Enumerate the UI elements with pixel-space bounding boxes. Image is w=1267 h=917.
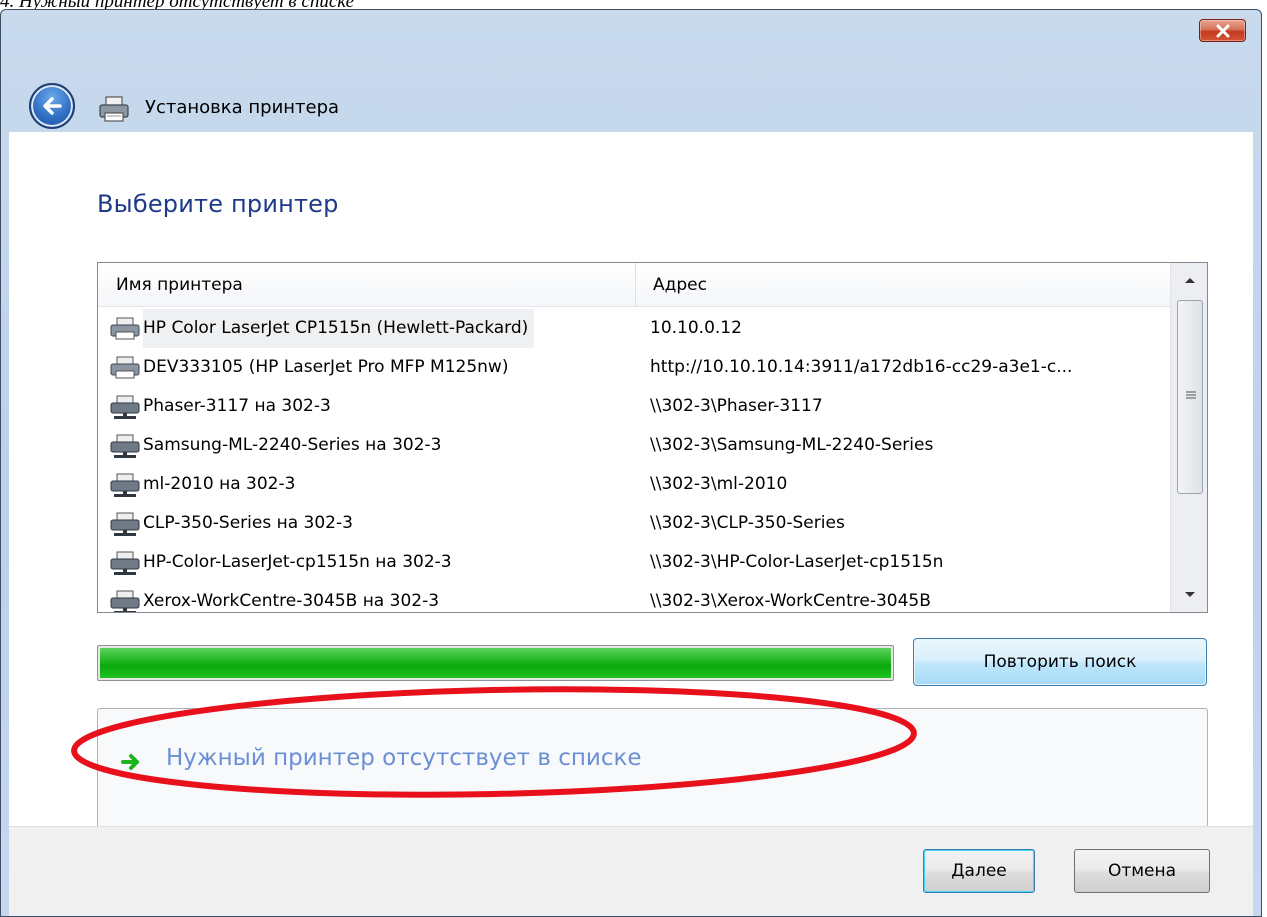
printer-icon (99, 96, 129, 122)
table-row[interactable]: Xerox-WorkCentre-3045B на 302-3 \\302-3\… (98, 582, 1170, 612)
shared-printer-icon (110, 434, 140, 458)
printer-list[interactable]: Имя принтера Адрес HP Color LaserJet CP1… (97, 262, 1208, 613)
printer-name: Phaser-3117 на 302-3 (143, 396, 331, 416)
network-printer-icon (110, 356, 140, 379)
printer-address: 10.10.0.12 (650, 318, 742, 338)
shared-printer-icon (110, 473, 140, 497)
printer-address: \\302-3\CLP-350-Series (650, 513, 845, 533)
printer-name: HP Color LaserJet CP1515n (Hewlett-Packa… (143, 309, 535, 348)
scroll-up-button[interactable] (1171, 263, 1207, 297)
table-row[interactable]: Samsung-ML-2240-Series на 302-3 \\302-3\… (98, 426, 1170, 465)
shared-printer-icon (110, 512, 140, 536)
window-title: Установка принтера (145, 97, 340, 118)
arrow-down-icon (1184, 592, 1195, 597)
wizard-content: Выберите принтер Имя принтера Адрес HP C… (9, 132, 1253, 828)
table-row[interactable]: ml-2010 на 302-3 \\302-3\ml-2010 (98, 465, 1170, 504)
printer-name: ml-2010 на 302-3 (143, 474, 296, 494)
search-progress-bar (97, 645, 894, 681)
column-header-name[interactable]: Имя принтера (98, 263, 635, 307)
printer-address: \\302-3\Phaser-3117 (650, 396, 823, 416)
printer-address: http://10.10.10.14:3911/a172db16-cc29-a3… (650, 357, 1073, 377)
printer-address: \\302-3\Xerox-WorkCentre-3045B (650, 591, 931, 611)
list-header: Имя принтера Адрес (98, 263, 1170, 307)
back-arrow-icon (43, 97, 62, 115)
next-button[interactable]: Далее (923, 849, 1035, 893)
page-title: Выберите принтер (97, 190, 339, 218)
printer-name: DEV333105 (HP LaserJet Pro MFP M125nw) (143, 357, 509, 377)
shared-printer-icon (110, 395, 140, 419)
printer-address: \\302-3\Samsung-ML-2240-Series (650, 435, 934, 455)
grip-icon (1186, 391, 1196, 399)
table-row[interactable]: HP-Color-LaserJet-cp1515n на 302-3 \\302… (98, 543, 1170, 582)
progress-fill (100, 648, 891, 678)
shared-printer-icon (110, 551, 140, 575)
printer-name: Samsung-ML-2240-Series на 302-3 (143, 435, 442, 455)
printer-address: \\302-3\ml-2010 (650, 474, 788, 494)
close-icon (1216, 24, 1229, 37)
table-row[interactable]: Phaser-3117 на 302-3 \\302-3\Phaser-3117 (98, 387, 1170, 426)
arrow-up-icon (1184, 278, 1195, 283)
printer-install-window: Установка принтера Выберите принтер Имя … (0, 9, 1262, 917)
close-button[interactable] (1199, 19, 1246, 42)
table-row[interactable]: DEV333105 (HP LaserJet Pro MFP M125nw) h… (98, 348, 1170, 387)
vertical-scrollbar[interactable] (1170, 263, 1207, 612)
printer-address: \\302-3\HP-Color-LaserJet-cp1515n (650, 552, 944, 572)
retry-search-button[interactable]: Повторить поиск (913, 638, 1207, 686)
column-header-address[interactable]: Адрес (635, 263, 1169, 307)
back-button[interactable] (29, 83, 75, 129)
green-arrow-icon (121, 754, 139, 770)
missing-printer-panel: Нужный принтер отсутствует в списке (97, 708, 1208, 828)
table-row[interactable]: CLP-350-Series на 302-3 \\302-3\CLP-350-… (98, 504, 1170, 543)
printer-name: CLP-350-Series на 302-3 (143, 513, 353, 533)
printer-name: Xerox-WorkCentre-3045B на 302-3 (143, 591, 440, 611)
shared-printer-icon (110, 590, 140, 612)
wizard-footer: Далее Отмена (9, 826, 1253, 916)
cancel-button[interactable]: Отмена (1074, 849, 1210, 893)
printer-name: HP-Color-LaserJet-cp1515n на 302-3 (143, 552, 452, 572)
scroll-down-button[interactable] (1171, 578, 1207, 612)
table-row[interactable]: HP Color LaserJet CP1515n (Hewlett-Packa… (98, 309, 1170, 348)
printer-not-listed-link[interactable]: Нужный принтер отсутствует в списке (166, 745, 642, 771)
network-printer-icon (110, 317, 140, 340)
scroll-thumb[interactable] (1177, 300, 1203, 494)
